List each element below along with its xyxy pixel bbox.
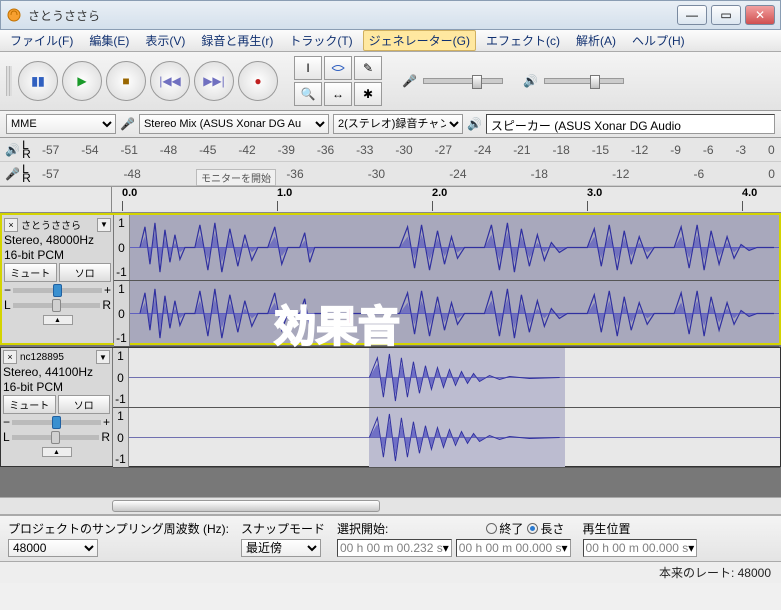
sel-len-time[interactable]: 00 h 00 m 00.000 s▾ [456, 539, 571, 557]
stop-button[interactable]: ■ [106, 61, 146, 101]
minimize-button[interactable]: — [677, 5, 707, 25]
channels-select[interactable]: 2(ステレオ)録音チャン [333, 114, 463, 134]
timeline-ruler[interactable]: 0.01.02.03.04.0 [0, 187, 781, 213]
track-2-panel: × nc128895 ▼ Stereo, 44100Hz 16-bit PCM … [1, 348, 113, 466]
track-2-waveform[interactable]: 10-1 10-1 [113, 348, 780, 466]
speaker-volume-section: 🔊 [523, 74, 624, 88]
rate-select[interactable]: 48000 [8, 539, 98, 557]
track-2-solo[interactable]: ソロ [58, 395, 111, 414]
record-button[interactable]: ● [238, 61, 278, 101]
mic-volume-section: 🎤 [402, 74, 503, 88]
track-1-close[interactable]: × [4, 218, 18, 232]
window-title: さとうささら [28, 7, 673, 24]
menu-help[interactable]: ヘルプ(H) [626, 30, 691, 51]
rate-label: プロジェクトのサンプリング周波数 (Hz): [8, 520, 229, 537]
pos-label: 再生位置 [583, 520, 698, 537]
host-select[interactable]: MME [6, 114, 116, 134]
menu-file[interactable]: ファイル(F) [4, 30, 79, 51]
tracks-area: × さとうささら ▼ Stereo, 48000Hz 16-bit PCM ミュ… [0, 213, 781, 497]
track-1-menu[interactable]: ▼ [97, 218, 111, 232]
track-2-pan[interactable] [12, 435, 100, 440]
zoom-tool[interactable]: 🔍 [294, 82, 322, 106]
device-bar: MME 🎤 Stereo Mix (ASUS Xonar DG Au 2(ステレ… [0, 111, 781, 138]
track-2-name[interactable]: nc128895 [17, 352, 96, 363]
sel-start-label: 選択開始: [337, 520, 388, 537]
menu-edit[interactable]: 編集(E) [83, 30, 135, 51]
close-button[interactable]: ✕ [745, 5, 775, 25]
mic-meter-icon: 🎤 [5, 167, 20, 181]
draw-tool[interactable]: ✎ [354, 56, 382, 80]
tool-palette: I ✎ 🔍 ↔ ✱ [294, 56, 382, 106]
maximize-button[interactable]: ▭ [711, 5, 741, 25]
toolbar-grip[interactable] [6, 66, 12, 96]
track-2-mute[interactable]: ミュート [3, 395, 56, 414]
track-1-mute[interactable]: ミュート [4, 263, 57, 282]
pause-button[interactable]: ▮▮ [18, 61, 58, 101]
track-2-format1: Stereo, 44100Hz [3, 365, 110, 379]
playback-meter[interactable]: 🔊LR -57-54-51-48-45-42-39-36-33-30-27-24… [0, 138, 781, 162]
titlebar: さとうささら — ▭ ✕ [0, 0, 781, 30]
track-1: × さとうささら ▼ Stereo, 48000Hz 16-bit PCM ミュ… [0, 213, 781, 345]
track-1-format2: 16-bit PCM [4, 248, 111, 262]
mic-icon-2: 🎤 [120, 117, 135, 131]
status-rate: 本来のレート: 48000 [659, 564, 771, 581]
multi-tool[interactable]: ✱ [354, 82, 382, 106]
selection-tool[interactable]: I [294, 56, 322, 80]
status-bar: 本来のレート: 48000 [0, 561, 781, 583]
end-radio[interactable]: 終了 [486, 520, 523, 537]
transport-controls: ▮▮ ▶ ■ |◀◀ ▶▶| ● [18, 61, 278, 101]
mic-icon: 🎤 [402, 74, 417, 88]
track-1-panel: × さとうささら ▼ Stereo, 48000Hz 16-bit PCM ミュ… [2, 215, 114, 343]
selection-bar: プロジェクトのサンプリング周波数 (Hz): 48000 スナップモード 最近傍… [0, 515, 781, 561]
menu-view[interactable]: 表示(V) [139, 30, 191, 51]
track-2-gain[interactable] [12, 420, 101, 425]
track-1-pan[interactable] [13, 303, 101, 308]
mic-volume-slider[interactable] [423, 78, 503, 84]
record-meter[interactable]: 🎤LR モニターを開始-57-48-42-36-30-24-18-12-60 [0, 162, 781, 186]
timeshift-tool[interactable]: ↔ [324, 82, 352, 106]
menu-effect[interactable]: エフェクト(c) [480, 30, 566, 51]
output-device-select[interactable]: スピーカー (ASUS Xonar DG Audio [486, 114, 775, 134]
track-1-collapse[interactable]: ▲ [43, 315, 73, 325]
speaker-icon-2: 🔊 [467, 117, 482, 131]
app-icon [6, 7, 22, 23]
track-1-gain[interactable] [13, 288, 102, 293]
menubar: ファイル(F) 編集(E) 表示(V) 録音と再生(r) トラック(T) ジェネ… [0, 30, 781, 52]
skip-end-button[interactable]: ▶▶| [194, 61, 234, 101]
menu-generate[interactable]: ジェネレーター(G) [363, 30, 476, 51]
play-button[interactable]: ▶ [62, 61, 102, 101]
speaker-icon: 🔊 [523, 74, 538, 88]
monitor-start-label[interactable]: モニターを開始 [196, 169, 276, 186]
speaker-volume-slider[interactable] [544, 78, 624, 84]
toolbar-area: ▮▮ ▶ ■ |◀◀ ▶▶| ● I ✎ 🔍 ↔ ✱ 🎤 🔊 [0, 52, 781, 111]
menu-transport[interactable]: 録音と再生(r) [195, 30, 279, 51]
track-2-menu[interactable]: ▼ [96, 350, 110, 364]
horizontal-scrollbar[interactable] [0, 497, 781, 515]
envelope-tool[interactable] [324, 56, 352, 80]
snap-select[interactable]: 最近傍 [241, 539, 321, 557]
track-1-name[interactable]: さとうささら [18, 217, 97, 232]
skip-start-button[interactable]: |◀◀ [150, 61, 190, 101]
snap-label: スナップモード [241, 520, 325, 537]
track-1-waveform[interactable]: 10-1 10-1 効果音 [114, 215, 779, 343]
track-2-collapse[interactable]: ▲ [42, 447, 72, 457]
track-2: × nc128895 ▼ Stereo, 44100Hz 16-bit PCM … [0, 347, 781, 467]
input-device-select[interactable]: Stereo Mix (ASUS Xonar DG Au [139, 114, 329, 134]
meters: 🔊LR -57-54-51-48-45-42-39-36-33-30-27-24… [0, 138, 781, 187]
sel-start-time[interactable]: 00 h 00 m 00.232 s▾ [337, 539, 452, 557]
play-pos-time[interactable]: 00 h 00 m 00.000 s▾ [583, 539, 698, 557]
track-2-format2: 16-bit PCM [3, 380, 110, 394]
speaker-meter-icon: 🔊 [5, 143, 20, 157]
menu-tracks[interactable]: トラック(T) [283, 30, 358, 51]
track-1-solo[interactable]: ソロ [59, 263, 112, 282]
length-radio[interactable]: 長さ [527, 520, 564, 537]
menu-analyze[interactable]: 解析(A) [570, 30, 622, 51]
track-1-format1: Stereo, 48000Hz [4, 233, 111, 247]
track-2-close[interactable]: × [3, 350, 17, 364]
